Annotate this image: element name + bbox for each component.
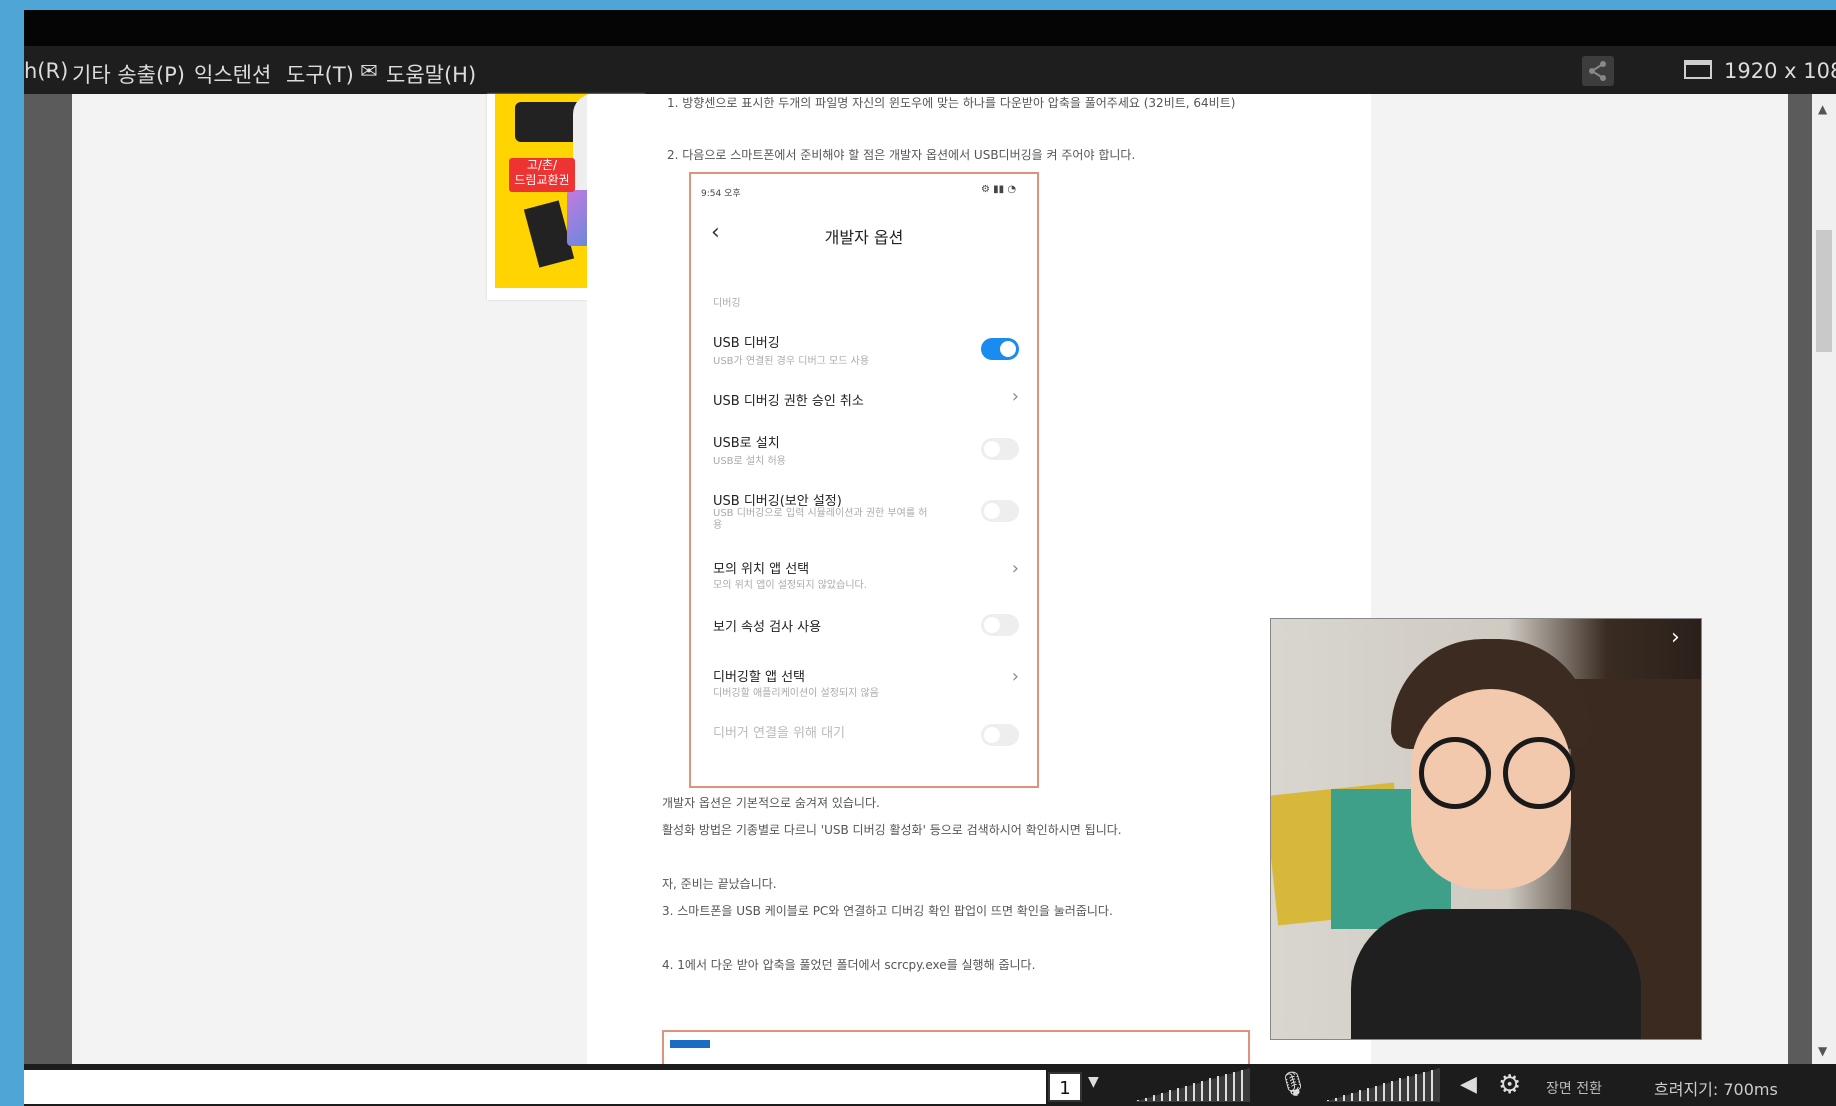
article-line-4: 활성화 방법은 기종별로 다르니 'USB 디버깅 활성화' 등으로 검색하시어… bbox=[662, 823, 1122, 837]
status-bar: 1 ▼ 🎙 ◀ ⚙ 장면 전환 흐려지기: 700ms bbox=[24, 1064, 1836, 1106]
fade-delay-label[interactable]: 흐려지기: 700ms bbox=[1654, 1076, 1778, 1100]
usb-debugging-toggle bbox=[981, 338, 1019, 360]
phone-section-label: 디버깅 bbox=[713, 298, 741, 309]
setting-subtitle: 모의 위치 앱이 설정되지 않았습니다. bbox=[713, 580, 867, 591]
microphone-icon[interactable]: 🎙 bbox=[1278, 1070, 1308, 1098]
chevron-right-icon: › bbox=[1011, 386, 1019, 407]
speaker-icon[interactable]: ◀ bbox=[1460, 1072, 1477, 1097]
avatar-glasses-right bbox=[1503, 737, 1575, 809]
scroll-up-icon[interactable]: ▲ bbox=[1818, 102, 1827, 116]
webcam-overlay[interactable]: › bbox=[1270, 618, 1702, 1040]
article-line-2: 2. 다음으로 스마트폰에서 준비해야 할 점은 개발자 옵션에서 USB디버깅… bbox=[667, 148, 1136, 162]
app-window: h(R) 기타 송출(P) 익스텐션 도구(T) ✉ 도움말(H) 1920 x… bbox=[24, 10, 1836, 1106]
article-line-6: 3. 스마트폰을 USB 케이블로 PC와 연결하고 디버깅 확인 팝업이 뜨면… bbox=[662, 904, 1113, 918]
title-bar bbox=[24, 10, 1836, 46]
article-line-7: 4. 1에서 다운 받아 압축을 풀었던 폴더에서 scrcpy.exe를 실행… bbox=[662, 958, 1036, 972]
embedded-toolbar bbox=[670, 1040, 710, 1048]
chevron-right-icon: › bbox=[1011, 558, 1019, 579]
setting-title: 디버깅할 앱 선택 bbox=[713, 670, 805, 685]
setting-title: USB 디버깅 bbox=[713, 336, 780, 351]
toggle-off bbox=[981, 614, 1019, 636]
setting-subtitle: 디버깅할 애플리케이션이 설정되지 않음 bbox=[713, 688, 879, 699]
toggle-off bbox=[981, 438, 1019, 460]
avatar-shirt bbox=[1351, 909, 1641, 1039]
vertical-scrollbar[interactable]: ▲ ▼ bbox=[1812, 94, 1836, 1064]
chat-input[interactable] bbox=[24, 1070, 1046, 1104]
setting-title: 보기 속성 검사 사용 bbox=[713, 620, 822, 635]
setting-title: USB 디버깅(보안 설정) bbox=[713, 494, 842, 509]
menu-item-tools[interactable]: 도구(T) bbox=[286, 59, 354, 89]
monitor-icon bbox=[1684, 60, 1712, 79]
scrollbar-thumb[interactable] bbox=[1816, 230, 1832, 352]
setting-subtitle: USB 디버깅으로 입력 시뮬레이션과 권한 부여를 허용 bbox=[713, 508, 928, 531]
setting-title: 디버거 연결을 위해 대기 bbox=[713, 726, 845, 741]
menu-bar: h(R) 기타 송출(P) 익스텐션 도구(T) ✉ 도움말(H) 1920 x… bbox=[24, 46, 1836, 94]
avatar-glasses-left bbox=[1419, 737, 1491, 809]
resolution-label: 1920 x 1080 bbox=[1724, 59, 1836, 83]
toggle-off bbox=[981, 724, 1019, 746]
mail-icon: ✉ bbox=[360, 59, 378, 83]
speaker-volume-slider[interactable] bbox=[1324, 1068, 1440, 1102]
scroll-down-icon[interactable]: ▼ bbox=[1818, 1044, 1827, 1058]
menu-item-r[interactable]: h(R) bbox=[24, 59, 68, 83]
phone-status-icons: ⚙ ▮▮ ◔ bbox=[981, 184, 1017, 195]
setting-title: USB로 설치 bbox=[713, 436, 780, 451]
preview-viewport: 고/촌/ 드림교환권 1. 방향센으로 표시한 두개의 파일명 자신의 윈도우에… bbox=[24, 94, 1836, 1068]
phone-screenshot: 9:54 오후 ⚙ ▮▮ ◔ ‹ 개발자 옵션 디버깅 USB 디버깅 USB가… bbox=[689, 172, 1039, 788]
setting-title: 모의 위치 앱 선택 bbox=[713, 562, 810, 577]
phone-title: 개발자 옵션 bbox=[824, 228, 904, 247]
toggle-off bbox=[981, 500, 1019, 522]
chevron-right-icon: › bbox=[1011, 666, 1019, 687]
menu-item-other-broadcast[interactable]: 기타 송출(P) bbox=[72, 59, 185, 89]
page-number[interactable]: 1 bbox=[1048, 1072, 1082, 1102]
chevron-right-icon[interactable]: › bbox=[1671, 625, 1680, 650]
mic-volume-slider[interactable] bbox=[1134, 1068, 1250, 1102]
ad-badge: 고/촌/ 드림교환권 bbox=[509, 158, 575, 192]
scene-transition-button[interactable]: 장면 전환 bbox=[1546, 1078, 1602, 1098]
share-icon[interactable] bbox=[1582, 56, 1614, 86]
article-line-3: 개발자 옵션은 기본적으로 숨겨져 있습니다. bbox=[662, 796, 880, 810]
gear-icon[interactable]: ⚙ bbox=[1498, 1070, 1521, 1100]
menu-item-help[interactable]: 도움말(H) bbox=[386, 59, 476, 89]
chevron-down-icon[interactable]: ▼ bbox=[1088, 1074, 1099, 1090]
setting-subtitle: USB로 설치 허용 bbox=[713, 456, 786, 467]
article-line-5: 자, 준비는 끝났습니다. bbox=[662, 877, 777, 891]
phone-status-time: 9:54 오후 bbox=[701, 189, 741, 199]
setting-title: USB 디버깅 권한 승인 취소 bbox=[713, 394, 864, 409]
menu-item-extension[interactable]: 익스텐션 bbox=[194, 59, 271, 89]
article-line-1: 1. 방향센으로 표시한 두개의 파일명 자신의 윈도우에 맞는 하나를 다운받… bbox=[667, 96, 1236, 110]
embedded-screenshot bbox=[662, 1030, 1250, 1068]
setting-subtitle: USB가 연결된 경우 디버그 모드 사용 bbox=[713, 356, 870, 367]
